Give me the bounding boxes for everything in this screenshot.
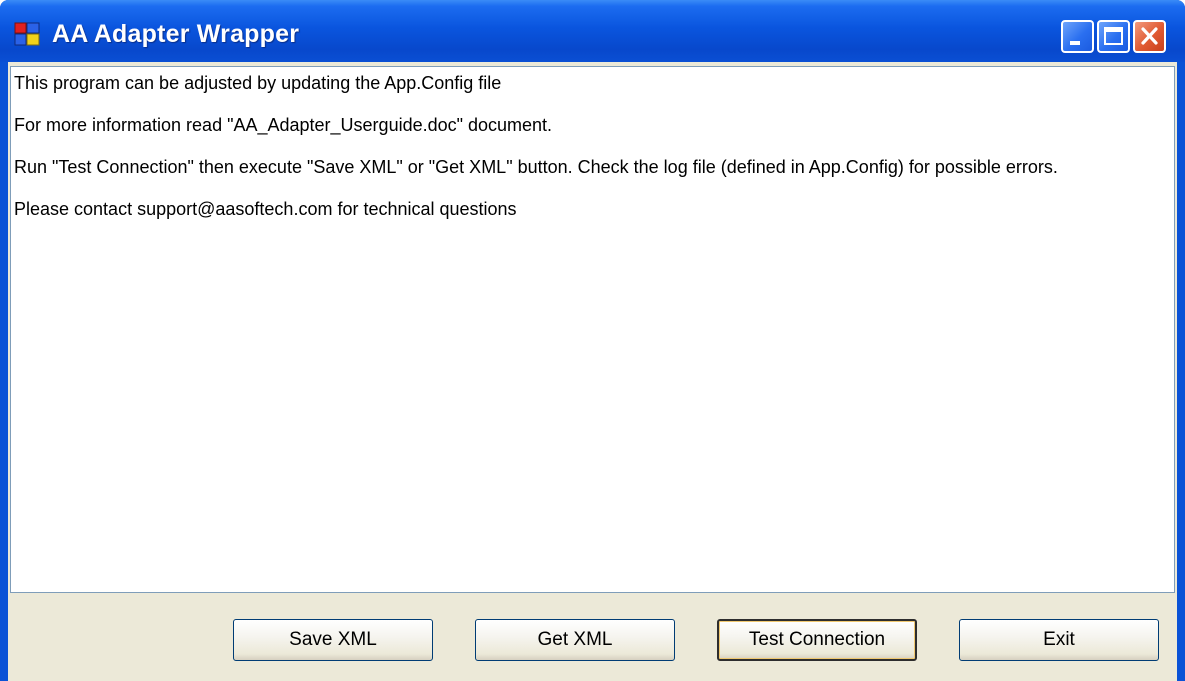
save-xml-button[interactable]: Save XML [233,619,433,661]
close-icon [1141,27,1158,45]
maximize-button[interactable] [1097,20,1130,53]
title-bar[interactable]: AA Adapter Wrapper [0,0,1185,62]
minimize-button[interactable] [1061,20,1094,53]
client-area: This program can be adjusted by updating… [8,62,1177,681]
test-connection-button[interactable]: Test Connection [717,619,917,661]
app-window: AA Adapter Wrapper This program can be a… [0,0,1185,681]
info-line-instructions: Run "Test Connection" then execute "Save… [14,157,1058,177]
info-line-config: This program can be adjusted by updating… [14,73,502,93]
minimize-icon [1070,41,1080,45]
exit-button[interactable]: Exit [959,619,1159,661]
close-button[interactable] [1133,20,1166,53]
window-title: AA Adapter Wrapper [52,20,300,48]
info-text-box[interactable]: This program can be adjusted by updating… [10,66,1175,593]
button-bar: Save XML Get XML Test Connection Exit [8,593,1177,681]
maximize-icon [1104,27,1123,45]
app-icon [14,22,40,46]
info-line-support: Please contact support@aasoftech.com for… [14,199,517,219]
info-line-userguide: For more information read "AA_Adapter_Us… [14,115,553,135]
get-xml-button[interactable]: Get XML [475,619,675,661]
